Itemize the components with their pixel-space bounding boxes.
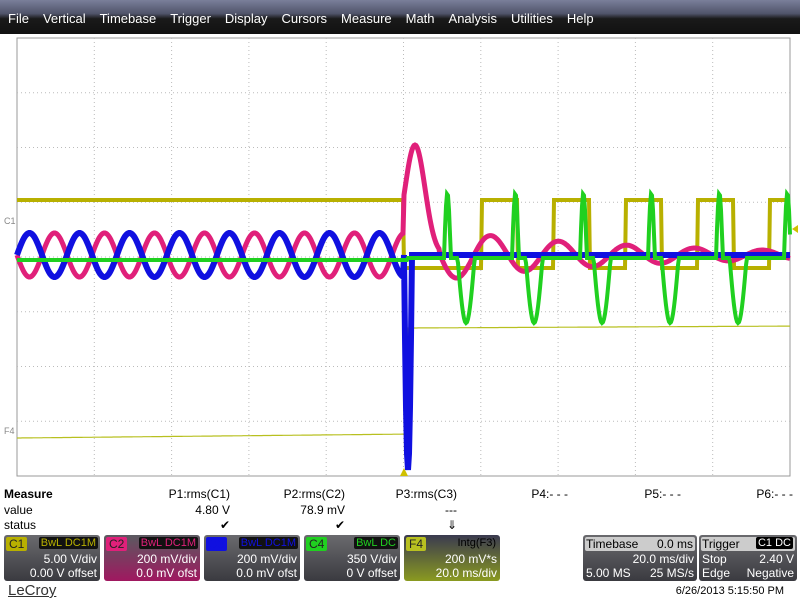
timebase-delay: 0.0 ms: [656, 537, 693, 551]
trigger-slope: Negative: [746, 566, 794, 580]
channel-box-c1[interactable]: C1 BwL DC1M 5.00 V/div 0.00 V offset: [4, 535, 100, 581]
menu-vertical[interactable]: Vertical: [43, 9, 86, 26]
channel-offset: 0.00 V offset: [29, 566, 97, 580]
timebase-rate: 25 MS/s: [649, 566, 694, 580]
channel-box-c3[interactable]: C3 BwL DC1M 200 mV/div 0.0 mV ofst: [204, 535, 300, 581]
trigger-level-marker: [792, 225, 798, 233]
timebase-box[interactable]: Timebase 0.0 ms 20.0 ms/div 5.00 MS 25 M…: [583, 535, 697, 581]
channel-coupling: BwL DC1M: [138, 537, 198, 549]
channel-box-f4[interactable]: F4 Intg(F3) 200 mV*s 20.0 ms/div: [404, 535, 500, 581]
menu-math[interactable]: Math: [406, 9, 435, 26]
channel-tag: C1: [6, 537, 28, 551]
channel-scale: 350 V/div: [346, 552, 397, 566]
param-2-name[interactable]: P2:rms(C2): [284, 487, 345, 501]
menu-analysis[interactable]: Analysis: [449, 9, 497, 26]
param-2-value: 78.9 mV: [300, 503, 345, 517]
param-1-value: 4.80 V: [195, 503, 230, 517]
menu-help[interactable]: Help: [567, 9, 594, 26]
channel-offset: 0.0 mV ofst: [236, 566, 297, 580]
measure-value-label: value: [4, 503, 33, 517]
menu-trigger[interactable]: Trigger: [170, 9, 211, 26]
channel-scale: 5.00 V/div: [43, 552, 97, 566]
menu-timebase[interactable]: Timebase: [100, 9, 157, 26]
f4-marker-label: F4: [4, 426, 15, 436]
channel-scale: 200 mV*s: [444, 552, 497, 566]
trigger-label: Trigger: [702, 537, 740, 551]
waveform-grid[interactable]: C1 F4: [0, 34, 800, 480]
channel-coupling: BwL DC1M: [38, 537, 98, 549]
timebase-div: 20.0 ms/div: [632, 552, 694, 566]
menu-cursors[interactable]: Cursors: [282, 9, 328, 26]
channel-box-c2[interactable]: C2 BwL DC1M 200 mV/div 0.0 mV ofst: [104, 535, 200, 581]
menu-bar: File Vertical Timebase Trigger Display Cursor…: [0, 0, 800, 34]
measure-status-label: status: [4, 518, 37, 532]
timebase-samples: 5.00 MS: [586, 566, 631, 580]
channel-function: Intg(F3): [457, 537, 496, 549]
param-6-name[interactable]: P6:- - -: [756, 487, 793, 501]
param-4-name[interactable]: P4:- - -: [531, 487, 568, 501]
param-1-status: ✔: [219, 518, 230, 532]
measure-title: Measure: [4, 487, 53, 501]
param-3-value: ---: [445, 503, 457, 517]
trigger-box[interactable]: Trigger C1 DC Stop 2.40 V Edge Negative: [699, 535, 797, 581]
channel-box-c4[interactable]: C4 BwL DC 350 V/div 0 V offset: [304, 535, 400, 581]
channel-offset: 0 V offset: [346, 566, 397, 580]
channel-scale: 200 mV/div: [136, 552, 197, 566]
param-5-name[interactable]: P5:- - -: [644, 487, 681, 501]
param-3-name[interactable]: P3:rms(C3): [396, 487, 457, 501]
menu-display[interactable]: Display: [225, 9, 268, 26]
trigger-coupling: DC: [775, 537, 791, 549]
channel-offset: 0.0 mV ofst: [136, 566, 197, 580]
trigger-mode: Stop: [702, 552, 727, 566]
channel-scale: 200 mV/div: [236, 552, 297, 566]
lecroy-logo: LeCroy: [8, 582, 57, 599]
channel-tag: C4: [306, 537, 328, 551]
menu-utilities[interactable]: Utilities: [511, 9, 553, 26]
channel-tag: C2: [106, 537, 128, 551]
param-2-status: ✔: [334, 518, 345, 532]
channel-tag: C3: [206, 537, 228, 551]
param-1-name[interactable]: P1:rms(C1): [169, 487, 230, 501]
channel-offset: 20.0 ms/div: [435, 566, 497, 580]
trigger-type: Edge: [702, 566, 731, 580]
trigger-source: C1: [757, 537, 773, 549]
channel-coupling: BwL DC: [354, 537, 398, 549]
menu-file[interactable]: File: [8, 9, 29, 26]
datetime: 6/26/2013 5:15:50 PM: [675, 585, 784, 597]
menu-measure[interactable]: Measure: [341, 9, 392, 26]
timebase-label: Timebase: [586, 537, 639, 551]
param-3-status: ⇓: [446, 518, 457, 532]
trigger-level: 2.40 V: [759, 552, 794, 566]
channel-coupling: BwL DC1M: [238, 537, 298, 549]
channel-tag: F4: [406, 537, 427, 551]
c1-marker-label: C1: [4, 216, 16, 226]
